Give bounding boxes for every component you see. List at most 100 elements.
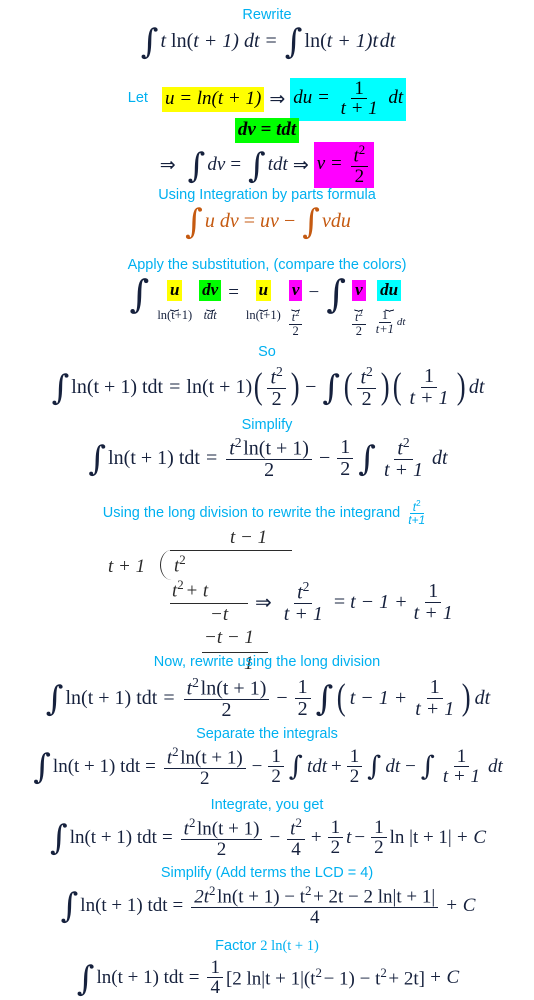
du-numerator: 1 <box>351 79 367 100</box>
integral-sign: ∫ <box>185 202 203 243</box>
heading-simplify: Simplify <box>241 417 293 433</box>
eq-separate-equals: = <box>145 755 156 777</box>
implies-arrow-1: ⇒ <box>269 88 286 110</box>
equation-integrated: ∫ ln(t + 1) tdt = t2 ln(t + 1) 2 − t2 4 … <box>0 816 534 859</box>
eq-so-lhs: ln(t + 1) tdt <box>71 375 164 398</box>
equation-final-factored: ∫ ln(t + 1) tdt = 1 4 [2 ln|t + 1|(t2 − … <box>0 958 534 998</box>
integral-sign: ∫ <box>60 886 79 927</box>
eq-integrate-equals: = <box>161 826 173 848</box>
eq-separate-dt-2: dt <box>488 755 503 777</box>
eq-now-rewrite-dt: dt <box>474 686 491 709</box>
equals-sign: = <box>230 154 242 176</box>
equation-rewrite: ∫ t ln(t + 1) dt = ∫ ln(t + 1) t dt <box>0 25 534 60</box>
integral-tdt: tdt <box>267 154 288 176</box>
eq-so-dt: dt <box>468 375 485 398</box>
long-division-bar-2 <box>202 652 268 653</box>
highlight-v-definition: v = t2 2 <box>313 142 375 189</box>
v-denominator: 2 <box>354 165 365 187</box>
heading-factor-math: 2 ln(t + 1) <box>260 937 319 954</box>
integral-sign: ∫ <box>76 958 95 999</box>
eq-integrate-t2-over-4: t2 4 <box>287 816 305 859</box>
eq-rewrite-rhs-tp1: t + 1) <box>326 30 373 52</box>
heading-simplify-lcd: Simplify (Add terms the LCD = 4) <box>160 865 374 881</box>
integral-sign: ∫ <box>302 202 320 243</box>
heading-long-division: Using the long division to rewrite the i… <box>0 499 534 528</box>
ibp-equals: = <box>243 210 256 232</box>
integral-sign: ∫ <box>248 145 266 186</box>
long-division-dividend: t2 <box>174 552 186 577</box>
integral-sign: ∫ <box>88 439 107 480</box>
eq-separate-dt-1: dt <box>385 755 401 777</box>
long-division-quotient: t − 1 <box>230 527 268 548</box>
eq-now-rewrite-half: 1 2 <box>294 677 311 719</box>
sub-group-du: du ⏟ 1 t+1 dt <box>373 280 405 335</box>
v-fraction: t2 2 <box>350 143 369 187</box>
integral-sign: ∫ <box>367 751 382 783</box>
eq-simplify-integrand: t2 t + 1 <box>383 435 424 482</box>
heading-integration-by-parts: Using Integration by parts formula <box>158 187 376 203</box>
formula-integration-by-parts: ∫ u dv = uv − ∫ vdu <box>0 202 534 243</box>
eq-rewrite-lhs-t: t <box>160 30 167 52</box>
eq-integrate-minus-2: − <box>354 826 366 848</box>
equation-now-rewrite: ∫ ln(t + 1) tdt = t2 ln(t + 1) 2 − 1 2 ∫… <box>0 676 534 721</box>
eq-simplify-half: 1 2 <box>337 437 354 479</box>
eq-separate-tdt: tdt <box>306 755 328 777</box>
paren-open: ( <box>253 366 263 408</box>
equation-lcd-combined: ∫ ln(t + 1) tdt = 2t2 ln(t + 1) − t2 + 2… <box>0 884 534 927</box>
eq-simplify-equals: = <box>205 446 218 469</box>
eq-rewrite-equals: = <box>265 30 277 52</box>
heading-integrate: Integrate, you get <box>210 797 324 813</box>
du-fraction: 1 t + 1 <box>338 79 381 119</box>
du-lhs: du = <box>293 87 330 109</box>
integrand-fraction: t2 t+1 <box>408 499 426 528</box>
integral-sign: ∫ <box>45 679 64 720</box>
implies-arrow-2: ⇒ <box>159 154 176 176</box>
highlight-dv-definition: dv = tdt <box>234 118 300 143</box>
eq-lcd-denominator: 4 <box>309 906 320 928</box>
eq-separate-main-fraction: t2 ln(t + 1) 2 <box>163 745 246 788</box>
underbrace-icon: ⏟ <box>291 296 301 311</box>
eq-integrate-plus: + <box>310 826 322 848</box>
eq-integrate-half-1: 1 2 <box>327 817 344 857</box>
paren-close: ) <box>462 677 471 719</box>
equation-color-coded-substitution: ∫ u ⏟ ln(t+1) dv ⏟ tdt = u ⏟ ln(t+1) v ⏟ <box>0 272 534 338</box>
eq-now-rewrite-main-fraction: t2 ln(t + 1) 2 <box>183 676 270 720</box>
eq-lcd-constant: + C <box>445 894 476 916</box>
u-definition: u = ln(t + 1) <box>164 87 262 109</box>
eq-separate-last-fraction: 1 t + 1 <box>442 745 480 788</box>
ibp-vdu: vdu <box>321 210 351 232</box>
eq-rewrite-lhs-dt: dt <box>243 30 260 52</box>
long-division-result: ⇒ t2 t + 1 = t − 1 + 1 t + 1 <box>0 580 534 625</box>
eq-now-rewrite-equals: = <box>163 686 175 709</box>
integral-sign: ∫ <box>51 368 70 409</box>
eq-separate-half-2: 1 2 <box>346 746 363 786</box>
v-numerator: t2 <box>350 143 369 167</box>
dv-definition: dv = tdt <box>237 119 297 140</box>
result-equals: = <box>333 590 346 613</box>
division-vinculum <box>170 550 292 551</box>
equation-after-substitution: ∫ ln(t + 1) tdt = ln(t + 1) ( t2 2 ) − ∫… <box>0 365 534 410</box>
underbrace-icon: ⏟ <box>170 296 180 311</box>
paren-open: ( <box>392 366 402 408</box>
label-let: Let <box>127 90 148 107</box>
substitution-line-dv: dv = tdt <box>0 118 534 143</box>
eq-now-rewrite-inner-fraction: 1 t + 1 <box>415 676 455 720</box>
underbrace-icon: ⏟ <box>258 296 268 311</box>
color-sub-minus: − <box>308 282 320 303</box>
integral-sign: ∫ <box>358 439 376 480</box>
equation-simplified: ∫ ln(t + 1) tdt = t2 ln(t + 1) 2 − 1 2 ∫… <box>0 435 534 482</box>
sub-group-dv: dv ⏟ tdt <box>199 280 222 322</box>
result-right-fraction: 1 t + 1 <box>413 580 453 624</box>
integral-sign: ∫ <box>326 272 347 316</box>
eq-integrate-main-fraction: t2 ln(t + 1) 2 <box>180 816 263 859</box>
integral-sign: ∫ <box>315 679 334 720</box>
eq-so-fraction-1: t2 2 <box>267 365 286 409</box>
result-polynomial: t − 1 + <box>350 590 408 613</box>
eq-so-minus: − <box>305 375 317 398</box>
substitution-line-u-du: Let u = ln(t + 1) ⇒ du = 1 t + 1 dt <box>0 78 534 121</box>
integral-sign: ∫ <box>33 747 51 788</box>
eq-now-rewrite-inner: t − 1 + <box>349 686 408 709</box>
heading-factor: Factor 2 ln(t + 1) <box>0 937 534 955</box>
eq-integrate-half-2: 1 2 <box>371 817 387 857</box>
eq-integrate-ln-abs: ln |t + 1| <box>389 826 452 848</box>
